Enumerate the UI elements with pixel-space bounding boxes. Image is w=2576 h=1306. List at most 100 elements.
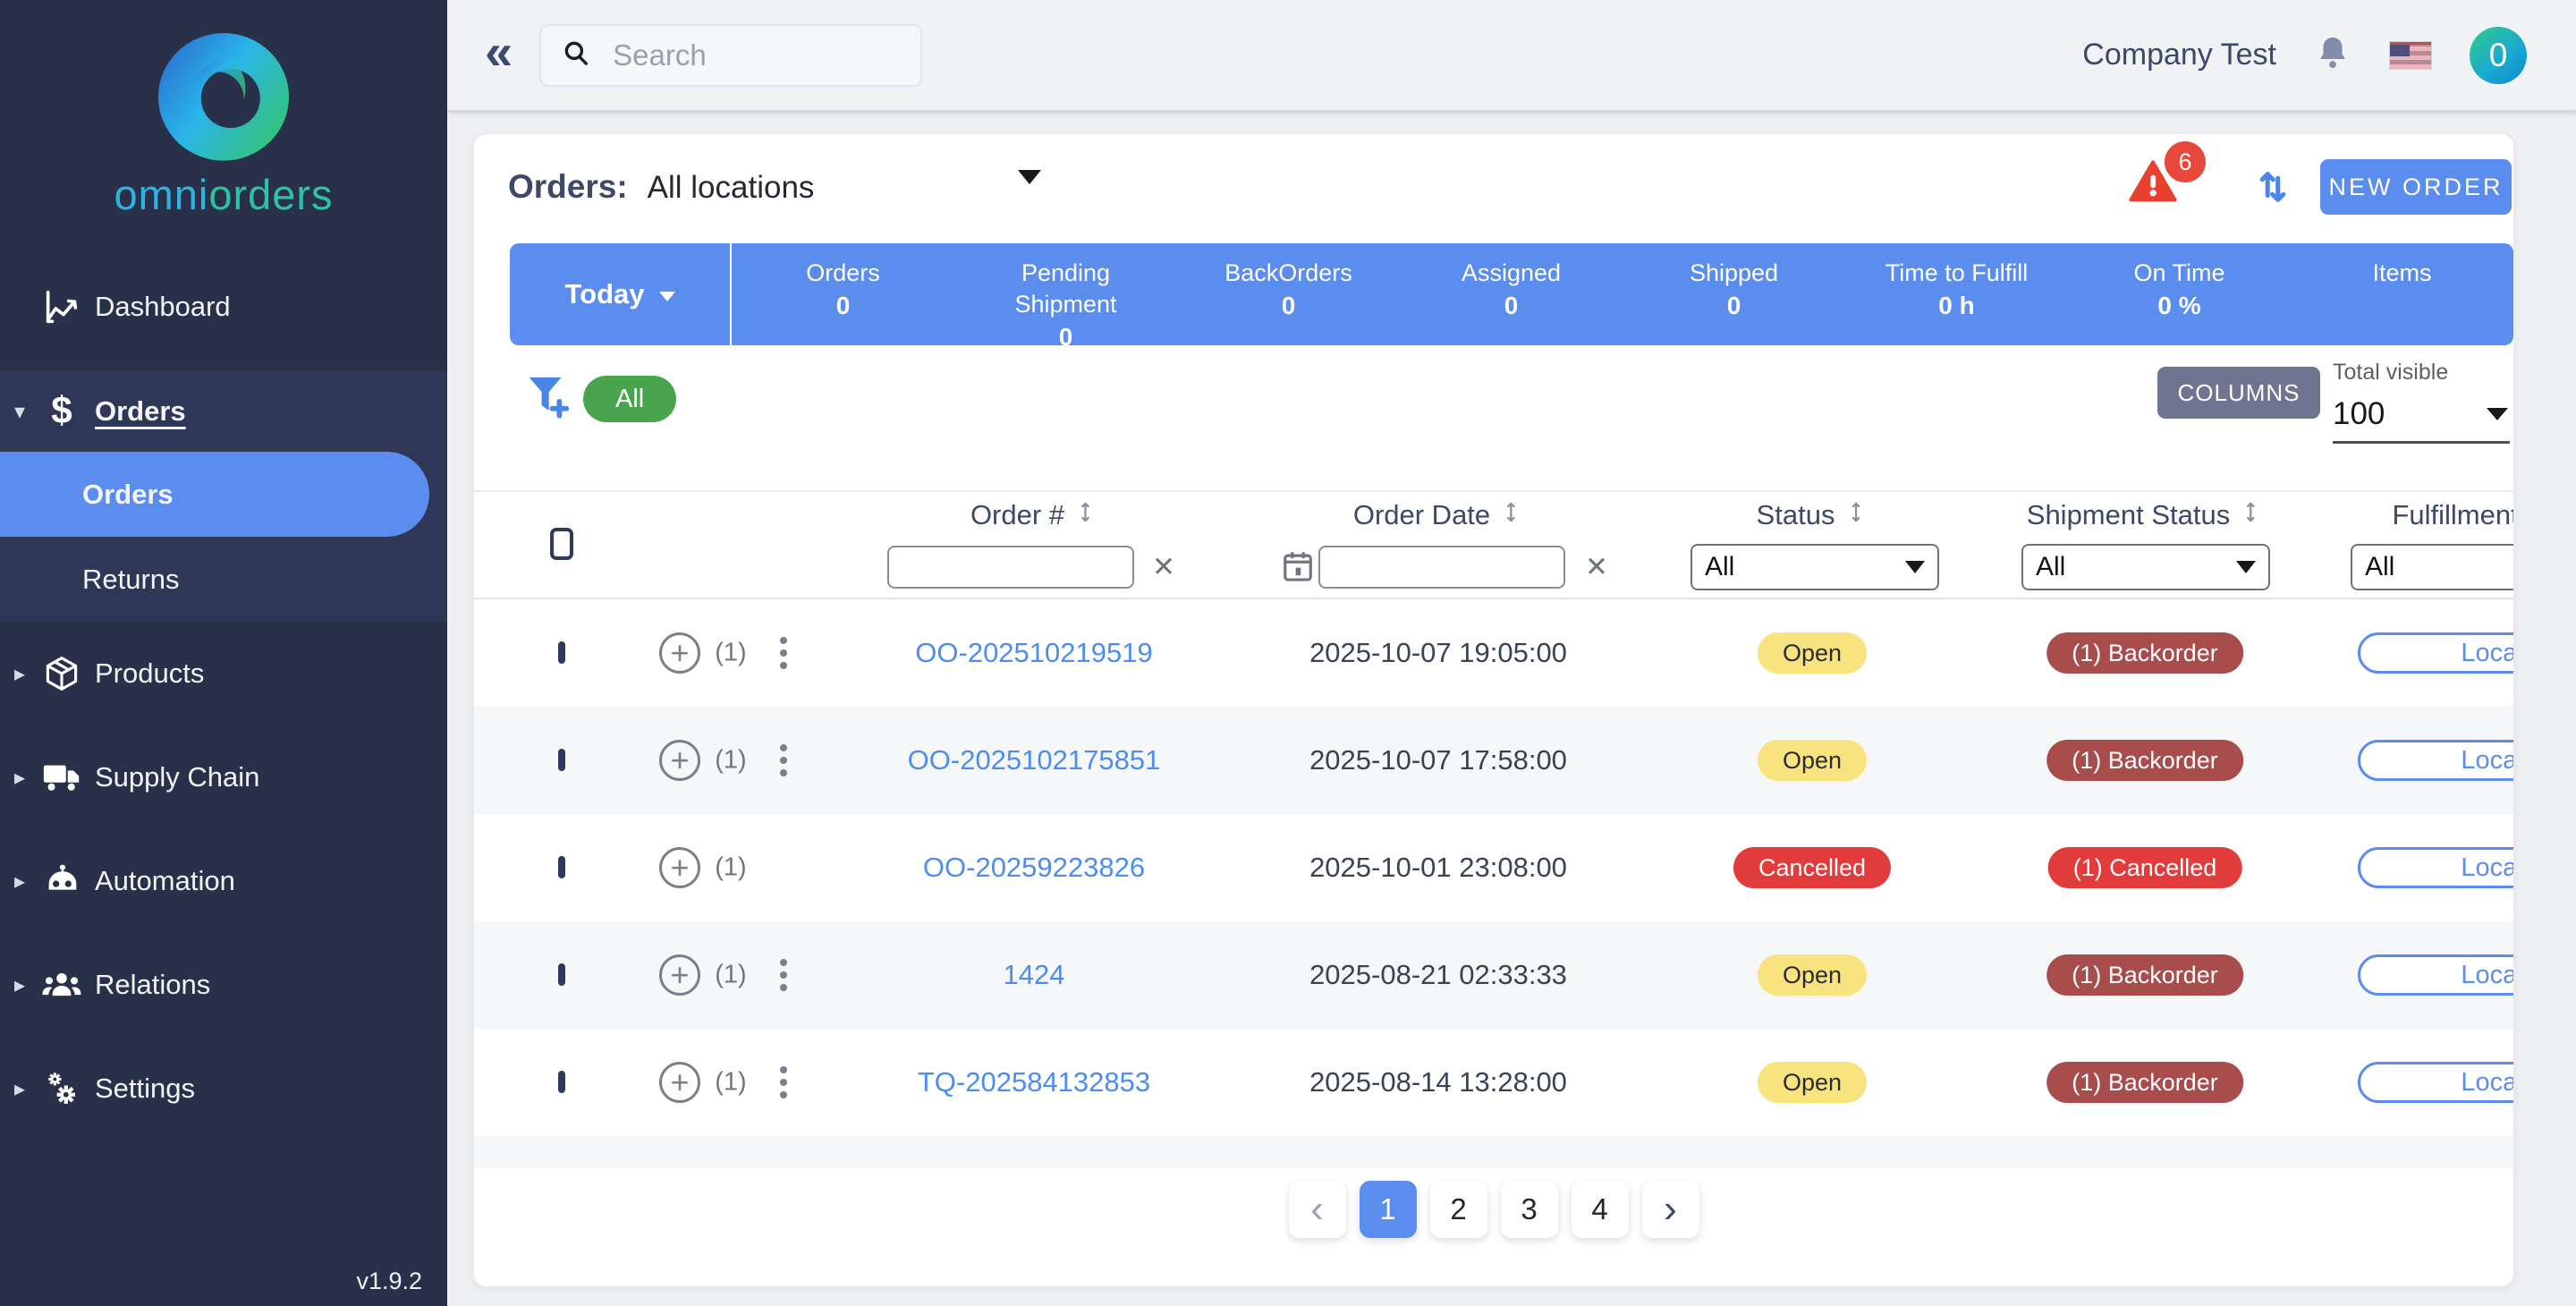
row-checkbox-cell[interactable] (558, 645, 565, 661)
metric-label: Assigned (1462, 258, 1561, 289)
fulfillment-location-button[interactable]: Local (2358, 632, 2513, 674)
expand-cell[interactable]: + (659, 632, 700, 674)
sort-icon[interactable] (1843, 499, 1868, 531)
select-all-checkbox[interactable] (550, 528, 573, 560)
row-checkbox[interactable] (558, 1071, 565, 1093)
sidebar-item-orders[interactable]: ▾$Orders (0, 371, 447, 452)
expand-row-icon[interactable]: + (659, 1062, 700, 1103)
search-input[interactable] (611, 38, 879, 73)
language-flag-us[interactable] (2389, 41, 2432, 70)
fulfillment-location-button[interactable]: Local (2358, 1062, 2513, 1103)
collapse-sidebar-icon[interactable]: « (485, 27, 513, 77)
row-menu-icon[interactable] (776, 741, 791, 780)
pagination-page-3[interactable]: 3 (1501, 1181, 1558, 1238)
clear-date-filter-icon[interactable]: ✕ (1585, 551, 1608, 583)
order-number-link[interactable]: TQ-202584132853 (918, 1066, 1150, 1098)
sidebar-subitem-orders-sub[interactable]: Orders (0, 452, 429, 537)
sidebar-item-products[interactable]: ▸Products (0, 622, 447, 725)
order-number-link[interactable]: 1424 (1004, 959, 1065, 991)
period-selector[interactable]: Today (510, 243, 732, 345)
order-date: 2025-08-14 13:28:00 (1309, 1066, 1567, 1098)
fulfillment-location-button[interactable]: Local (2358, 954, 2513, 996)
avatar[interactable]: 0 (2470, 27, 2527, 84)
sidebar-item-relations[interactable]: ▸Relations (0, 933, 447, 1037)
new-order-button[interactable]: NEW ORDER (2320, 159, 2512, 215)
pagination-page-1[interactable]: 1 (1360, 1181, 1417, 1238)
order-no-filter-input[interactable] (887, 546, 1134, 589)
calendar-icon[interactable] (1281, 549, 1315, 588)
notifications-bell-icon[interactable] (2314, 34, 2351, 76)
filter-row: All COLUMNS Total visible 100 (474, 360, 2513, 442)
columns-button[interactable]: COLUMNS (2157, 367, 2320, 419)
sidebar-item-supply-chain[interactable]: ▸Supply Chain (0, 725, 447, 829)
column-header-order-date[interactable]: Order Date (1353, 499, 1523, 531)
row-checkbox-cell[interactable] (558, 967, 565, 983)
row-menu-icon[interactable] (776, 955, 791, 995)
expand-row-icon[interactable]: + (659, 954, 700, 996)
import-export-arrows-icon[interactable] (2252, 166, 2293, 212)
expand-cell[interactable]: + (659, 847, 700, 888)
expand-row-icon[interactable]: + (659, 632, 700, 674)
stats-metrics: Orders0Pending Shipment0BackOrders0Assig… (732, 243, 2513, 345)
chevron-down-icon (2487, 408, 2508, 420)
column-header-status[interactable]: Status (1757, 499, 1868, 531)
order-number-link[interactable]: OO-2025102175851 (908, 744, 1161, 776)
sidebar-subitem-returns[interactable]: Returns (0, 537, 447, 622)
metric-pending-shipment: Pending Shipment0 (954, 243, 1177, 345)
order-date-filter-input[interactable] (1318, 546, 1565, 589)
order-number-link[interactable]: OO-20259223826 (923, 852, 1145, 884)
order-number-link[interactable]: OO-202510219519 (915, 637, 1152, 669)
expand-row-icon[interactable]: + (659, 740, 700, 781)
fulfillment-filter-select[interactable]: All (2351, 544, 2513, 590)
row-checkbox-cell[interactable] (558, 752, 565, 768)
pagination-page-4[interactable]: 4 (1572, 1181, 1629, 1238)
column-header-order-no[interactable]: Order # (970, 499, 1097, 531)
row-menu-cell[interactable] (776, 1063, 791, 1102)
column-header-shipment-status[interactable]: Shipment Status (2027, 499, 2263, 531)
row-checkbox-cell[interactable] (558, 1074, 565, 1090)
table-row: +(1)OO-202592238262025-10-01 23:08:00Can… (474, 814, 2513, 921)
row-menu-cell[interactable] (776, 741, 791, 780)
sort-icon[interactable] (1499, 499, 1523, 531)
row-menu-icon[interactable] (776, 1063, 791, 1102)
sort-icon[interactable] (2239, 499, 2263, 531)
sidebar-item-automation[interactable]: ▸Automation (0, 829, 447, 933)
expand-cell[interactable]: + (659, 740, 700, 781)
pagination-page-2[interactable]: 2 (1430, 1181, 1487, 1238)
pagination-next-button[interactable]: › (1642, 1181, 1699, 1238)
sort-icon[interactable] (1073, 499, 1097, 531)
metric-label: On Time (2133, 258, 2224, 289)
row-checkbox[interactable] (558, 856, 565, 878)
row-menu-icon[interactable] (776, 633, 791, 673)
clear-order-filter-icon[interactable]: ✕ (1152, 551, 1175, 583)
total-visible-select[interactable]: Total visible 100 (2333, 360, 2510, 444)
row-checkbox[interactable] (558, 749, 565, 771)
row-checkbox[interactable] (558, 641, 565, 664)
sidebar-item-dashboard[interactable]: Dashboard (0, 255, 447, 359)
status-filter-select[interactable]: All (1690, 544, 1939, 590)
logo[interactable]: omniorders (0, 27, 447, 219)
sidebar-item-settings[interactable]: ▸Settings (0, 1037, 447, 1141)
add-filter-icon[interactable] (524, 370, 572, 423)
column-header-fulfillment[interactable]: Fulfillment L (2392, 499, 2513, 531)
filter-chip-all[interactable]: All (583, 376, 676, 422)
row-checkbox-cell[interactable] (558, 860, 565, 876)
sidebar: omniorders Dashboard ▾$OrdersOrdersReturn… (0, 0, 447, 1306)
pagination-prev-button[interactable]: ‹ (1289, 1181, 1346, 1238)
metric-label: Orders (806, 258, 880, 289)
fulfillment-location-button[interactable]: Local (2358, 847, 2513, 888)
chevron-down-icon[interactable] (1018, 184, 1041, 200)
shipment-status-filter-select[interactable]: All (2021, 544, 2270, 590)
shipment-status-badge: (1) Backorder (2046, 1062, 2243, 1103)
app-root: omniorders Dashboard▾$OrdersOrdersReturn… (0, 0, 2576, 1306)
row-menu-cell[interactable] (776, 955, 791, 995)
location-selector[interactable]: Orders: All locations (508, 168, 814, 206)
item-count: (1) (715, 639, 746, 668)
expand-cell[interactable]: + (659, 1062, 700, 1103)
row-checkbox[interactable] (558, 963, 565, 986)
expand-row-icon[interactable]: + (659, 847, 700, 888)
expand-cell[interactable]: + (659, 954, 700, 996)
row-menu-cell[interactable] (776, 633, 791, 673)
fulfillment-location-button[interactable]: Local (2358, 740, 2513, 781)
warnings-indicator[interactable]: 6 (2127, 156, 2179, 212)
